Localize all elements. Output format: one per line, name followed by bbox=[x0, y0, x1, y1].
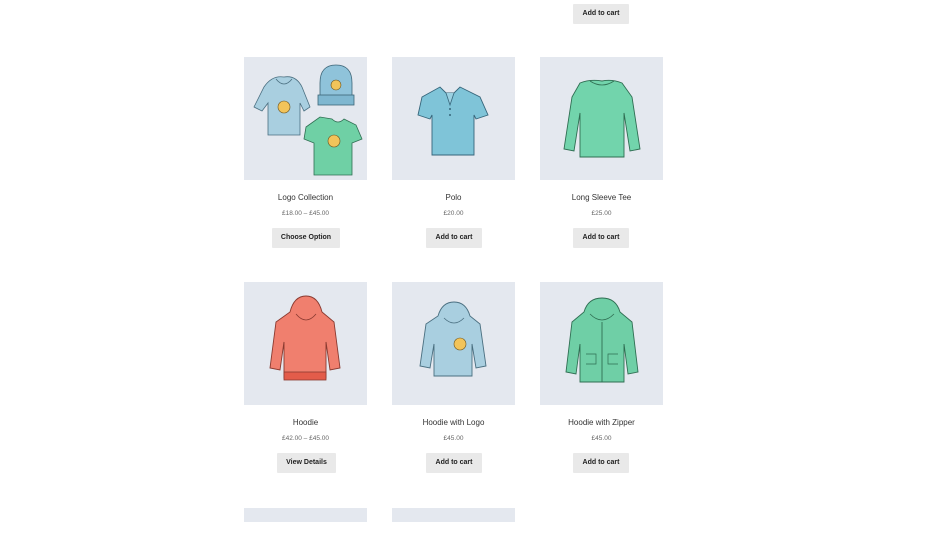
product-title-long-sleeve-tee[interactable]: Long Sleeve Tee bbox=[540, 193, 663, 202]
product-price-hoodie-with-zipper: £45.00 bbox=[591, 435, 612, 442]
choose-option-button[interactable]: Choose Option bbox=[272, 228, 340, 248]
hoodie-image bbox=[269, 295, 341, 381]
polo-shirt-image bbox=[417, 86, 489, 156]
add-to-cart-button-polo[interactable]: Add to cart bbox=[426, 228, 482, 248]
long-sleeve-tee-image bbox=[563, 79, 641, 158]
add-to-cart-button-hoodie-with-zipper[interactable]: Add to cart bbox=[573, 453, 629, 473]
product-title-hoodie-with-logo[interactable]: Hoodie with Logo bbox=[392, 418, 515, 427]
product-title-polo[interactable]: Polo bbox=[392, 193, 515, 202]
product-image-hoodie[interactable] bbox=[244, 282, 367, 405]
product-price-long-sleeve-tee: £25.00 bbox=[591, 210, 612, 217]
add-to-cart-button-top[interactable]: Add to cart bbox=[573, 4, 629, 24]
product-title-hoodie-with-zipper[interactable]: Hoodie with Zipper bbox=[540, 418, 663, 427]
hoodie-with-zipper-image bbox=[565, 297, 639, 383]
product-image-polo[interactable] bbox=[392, 57, 515, 180]
hoodie-with-logo-image bbox=[419, 301, 487, 377]
logo-collection-image bbox=[253, 64, 363, 176]
product-price-logo-collection: £18.00 – £45.00 bbox=[282, 210, 329, 217]
product-image-hoodie-with-logo[interactable] bbox=[392, 282, 515, 405]
product-image-hoodie-with-zipper[interactable] bbox=[540, 282, 663, 405]
product-price-hoodie-with-logo: £45.00 bbox=[443, 435, 464, 442]
add-to-cart-button-hoodie-with-logo[interactable]: Add to cart bbox=[426, 453, 482, 473]
view-details-button[interactable]: View Details bbox=[277, 453, 336, 473]
product-image-long-sleeve-tee[interactable] bbox=[540, 57, 663, 180]
product-image-partial-2[interactable] bbox=[392, 508, 515, 522]
add-to-cart-button-long-sleeve-tee[interactable]: Add to cart bbox=[573, 228, 629, 248]
product-price-hoodie: £42.00 – £45.00 bbox=[282, 435, 329, 442]
product-image-logo-collection[interactable] bbox=[244, 57, 367, 180]
product-image-partial-1[interactable] bbox=[244, 508, 367, 522]
product-title-hoodie[interactable]: Hoodie bbox=[244, 418, 367, 427]
product-title-logo-collection[interactable]: Logo Collection bbox=[244, 193, 367, 202]
product-price-polo: £20.00 bbox=[443, 210, 464, 217]
